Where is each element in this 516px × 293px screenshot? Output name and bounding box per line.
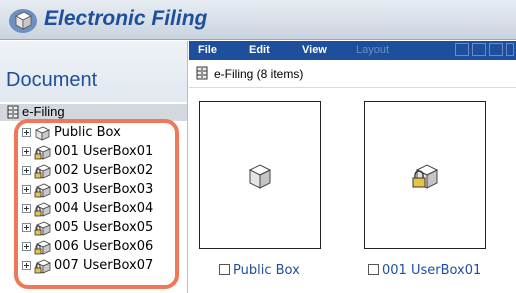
card-label-text: Public Box: [233, 263, 300, 278]
tree-item-label: 003 UserBox03: [54, 182, 154, 197]
locked-box-icon: [34, 164, 51, 179]
cabinet-icon: [196, 66, 208, 80]
box-cube-icon: [9, 9, 37, 33]
tree-item-public-box[interactable]: Public Box: [22, 125, 182, 143]
tree-item-label: 007 UserBox07: [54, 258, 154, 273]
tree-item-userbox03[interactable]: 003 UserBox03: [22, 182, 182, 200]
content-area: Public Box 001 UserBox01: [189, 89, 516, 293]
locked-box-icon: [34, 202, 51, 217]
expand-icon[interactable]: [22, 204, 31, 213]
tree-item-userbox06[interactable]: 006 UserBox06: [22, 239, 182, 257]
tree-item-userbox04[interactable]: 004 UserBox04: [22, 201, 182, 219]
locked-box-icon: [34, 221, 51, 236]
copy-icon[interactable]: [455, 43, 469, 56]
expand-icon[interactable]: [22, 261, 31, 270]
card-label-public-box[interactable]: Public Box: [219, 263, 300, 278]
locked-box-icon: [412, 164, 439, 189]
tool-icon[interactable]: [506, 43, 514, 56]
tree-item-label: 006 UserBox06: [54, 239, 154, 254]
cabinet-icon: [7, 105, 19, 119]
locked-box-icon: [34, 145, 51, 160]
locked-box-icon: [34, 183, 51, 198]
menu-layout[interactable]: Layout: [356, 44, 389, 56]
expand-icon[interactable]: [22, 223, 31, 232]
card-public-box[interactable]: [199, 101, 321, 249]
tree-item-userbox01[interactable]: 001 UserBox01: [22, 144, 182, 162]
select-checkbox[interactable]: [368, 264, 379, 275]
expand-icon[interactable]: [22, 166, 31, 175]
expand-icon[interactable]: [22, 185, 31, 194]
tree-item-label: 005 UserBox05: [54, 220, 154, 235]
box-icon: [248, 164, 272, 189]
left-panel: Document e-Filing Public Box 001 UserBox…: [0, 41, 188, 293]
box-icon: [35, 126, 50, 141]
menu-bar: File Edit View Layout: [189, 41, 516, 60]
menu-file[interactable]: File: [198, 44, 217, 56]
expand-icon[interactable]: [22, 128, 31, 137]
tree-item-label: 004 UserBox04: [54, 201, 154, 216]
expand-icon[interactable]: [22, 242, 31, 251]
tree-item-label: 001 UserBox01: [54, 144, 154, 159]
tree-item-label: 002 UserBox02: [54, 163, 154, 178]
card-userbox01[interactable]: [364, 101, 486, 249]
title-bar: Electronic Filing: [0, 0, 516, 40]
toolbar-icons: [452, 43, 514, 58]
expand-icon[interactable]: [22, 147, 31, 156]
document-title: Document: [6, 69, 98, 91]
tree-item-userbox02[interactable]: 002 UserBox02: [22, 163, 182, 181]
path-label: e-Filing (8 items): [214, 67, 304, 81]
tree-item-label: Public Box: [54, 125, 121, 140]
card-label-text: 001 UserBox01: [382, 263, 482, 278]
save-icon[interactable]: [472, 43, 486, 56]
menu-view[interactable]: View: [302, 44, 327, 56]
path-bar: e-Filing (8 items): [189, 60, 516, 88]
tree-item-userbox05[interactable]: 005 UserBox05: [22, 220, 182, 238]
print-icon[interactable]: [489, 43, 503, 56]
document-header: Document: [0, 41, 187, 102]
locked-box-icon: [34, 259, 51, 274]
select-checkbox[interactable]: [219, 264, 230, 275]
menu-edit[interactable]: Edit: [249, 44, 270, 56]
tree-item-userbox07[interactable]: 007 UserBox07: [22, 258, 182, 276]
locked-box-icon: [34, 240, 51, 255]
tree-root-label: e-Filing: [22, 104, 65, 119]
app-title: Electronic Filing: [44, 7, 208, 30]
card-label-userbox01[interactable]: 001 UserBox01: [368, 263, 481, 278]
